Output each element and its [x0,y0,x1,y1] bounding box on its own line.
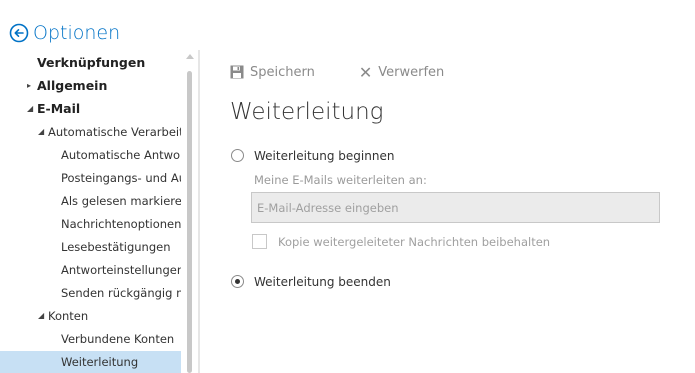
collapse-arrow-icon[interactable]: ◢ [27,98,33,120]
sidebar-item-label: Posteingangs- und Aufräumregeln [61,171,181,185]
discard-label: Verwerfen [378,64,445,80]
sidebar-item[interactable]: ◢ Automatische Verarbeitung [0,121,181,143]
sidebar-item[interactable]: Lesebestätigungen [0,236,181,258]
sidebar-item[interactable]: Senden rückgängig machen [0,282,181,304]
save-icon [230,65,244,79]
sidebar-item[interactable]: Posteingangs- und Aufräumregeln [0,167,181,189]
sidebar-item-label: E-Mail [37,101,81,116]
sidebar-item-label: Senden rückgängig machen [61,286,181,300]
keep-copy-checkbox[interactable] [252,234,267,249]
collapse-arrow-icon[interactable]: ◢ [38,305,44,327]
sidebar-item[interactable]: Verbundene Konten [0,328,181,350]
expand-arrow-icon[interactable]: ▸ [27,75,31,97]
discard-button[interactable]: ✕ Verwerfen [315,63,444,82]
keep-copy-label[interactable]: Kopie weitergeleiteter Nachrichten beibe… [278,235,550,249]
sidebar-item-label: Nachrichtenoptionen [61,217,181,231]
sidebar-item-label: Verbundene Konten [61,332,175,346]
sidebar-item[interactable]: Automatische Antworten [0,144,181,166]
sidebar-item-label: Weiterleitung [61,355,139,369]
sidebar-item[interactable]: ▸ Allgemein [0,75,181,97]
scroll-thumb[interactable] [187,71,192,373]
sidebar-item[interactable]: Als gelesen markieren [0,190,181,212]
toolbar: Speichern ✕ Verwerfen [230,62,444,82]
stop-forwarding-label[interactable]: Weiterleitung beenden [254,275,391,289]
page-title: Weiterleitung [230,99,384,125]
options-title[interactable]: Optionen [33,22,120,44]
email-address-input[interactable] [251,192,660,223]
start-forwarding-radio[interactable] [231,149,244,162]
sidebar-item-label: Konten [48,309,89,323]
collapse-arrow-icon[interactable]: ◢ [38,121,44,143]
sidebar-item-label: Automatische Verarbeitung [48,125,181,139]
sidebar-item-label: Automatische Antworten [61,148,181,162]
back-arrow-icon[interactable] [9,23,29,43]
sidebar-item[interactable]: Nachrichtenoptionen [0,213,181,235]
sidebar-scrollbar[interactable] [184,50,195,373]
close-icon: ✕ [358,62,373,82]
sidebar-item[interactable]: Verknüpfungen [0,52,181,74]
start-forwarding-label[interactable]: Weiterleitung beginnen [254,149,394,163]
sidebar-item[interactable]: Antworteinstellungen [0,259,181,281]
save-label: Speichern [250,64,315,80]
sidebar-item[interactable]: ◢ Konten [0,305,181,327]
pane-divider [198,50,200,373]
stop-forwarding-radio[interactable] [231,275,244,288]
save-button[interactable]: Speichern [230,65,315,80]
sidebar-item-label: Allgemein [37,78,108,93]
options-header: Optionen [9,21,120,45]
sidebar-item[interactable]: Weiterleitung [0,351,181,373]
sidebar-item-label: Antworteinstellungen [61,263,181,277]
sidebar-item-label: Lesebestätigungen [61,240,171,254]
nav-tree: Verknüpfungen ▸ Allgemein ◢ E-Mail ◢ Automatis… [0,50,181,373]
scroll-up-icon[interactable] [186,54,194,59]
forward-to-label: Meine E-Mails weiterleiten an: [254,173,427,187]
sidebar-item-label: Als gelesen markieren [61,194,181,208]
sidebar-item[interactable]: ◢ E-Mail [0,98,181,120]
options-sidebar: Verknüpfungen ▸ Allgemein ◢ E-Mail ◢ Automatis… [0,50,196,373]
sidebar-item-label: Verknüpfungen [37,55,146,70]
